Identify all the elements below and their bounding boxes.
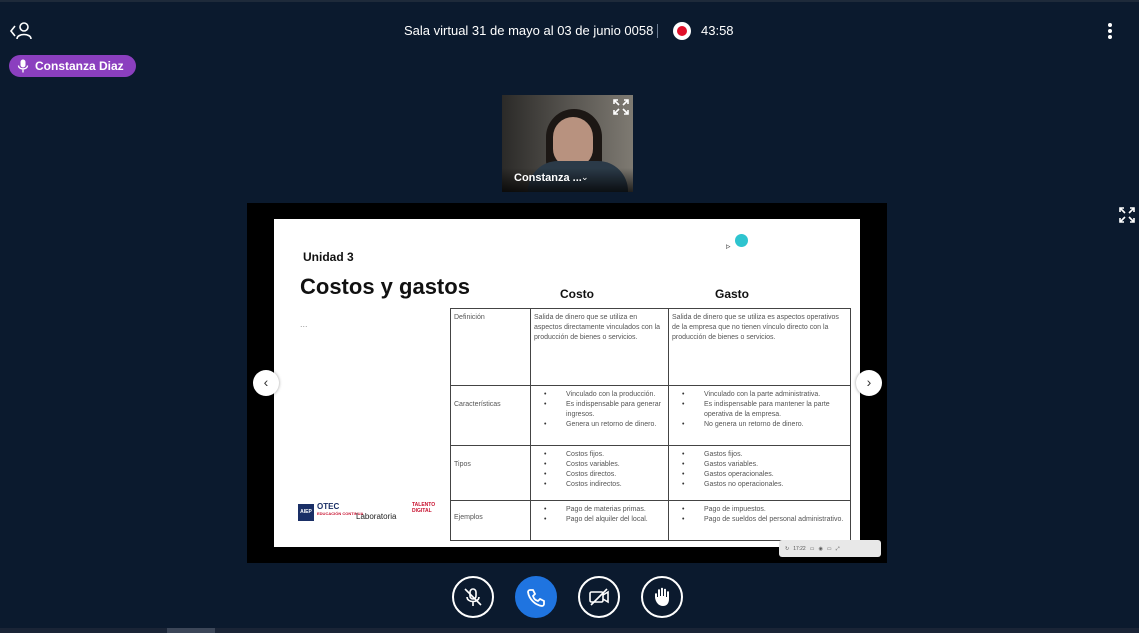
list-item: Vinculado con la producción. — [534, 390, 665, 400]
table-cell: Vinculado con la producción. Es indispen… — [530, 385, 669, 446]
list-item: Vinculado con la parte administrativa. — [672, 390, 847, 400]
list-item: Costos directos. — [534, 470, 665, 480]
slide-title: Costos y gastos — [300, 274, 470, 299]
table-cell: Salida de dinero que se utiliza es aspec… — [668, 308, 851, 386]
presentation-player-bar: ↻ 17:22 ▭ ◉ ▭ ⤢ — [779, 540, 881, 557]
list-item: Costos indirectos. — [534, 480, 665, 490]
audio-icon[interactable]: ◉ — [818, 546, 822, 552]
participant-name: Constanza ... — [514, 172, 582, 184]
bullet-list: Gastos fijos. Gastos variables. Gastos o… — [672, 450, 847, 491]
list-item: Pago de sueldos del personal administrat… — [672, 515, 847, 525]
slide-ellipsis: ... — [300, 319, 308, 329]
cursor-icon: ▹ — [726, 241, 731, 251]
video-person-face — [553, 117, 593, 167]
otec-logo-text: OTEC — [317, 502, 340, 511]
player-time: 17:22 — [793, 545, 806, 552]
row-label: Ejemplos — [450, 500, 531, 541]
list-item: Pago de impuestos. — [672, 505, 847, 515]
mic-off-icon[interactable] — [452, 576, 494, 618]
row-label: Características — [450, 385, 531, 446]
app-window: Sala virtual 31 de mayo al 03 de junio 0… — [0, 0, 1139, 633]
laboratoria-logo: Laboratoria — [356, 512, 397, 521]
next-slide-button[interactable]: › — [856, 370, 882, 396]
camera-off-icon[interactable] — [578, 576, 620, 618]
list-item: Gastos fijos. — [672, 450, 847, 460]
talento-digital-logo: TALENTO DIGITAL — [412, 502, 436, 514]
meeting-info: Sala virtual 31 de mayo al 03 de junio 0… — [0, 20, 1139, 42]
screen-icon[interactable]: ▭ — [827, 546, 832, 552]
list-item: Pago de materias primas. — [534, 505, 665, 515]
list-item: Gastos no operacionales. — [672, 480, 847, 490]
bullet-list: Costos fijos. Costos variables. Costos d… — [534, 450, 665, 491]
list-item: Es indispensable para generar ingresos. — [534, 400, 665, 420]
meeting-title: Sala virtual 31 de mayo al 03 de junio 0… — [404, 23, 654, 38]
previous-slide-button[interactable]: ‹ — [253, 370, 279, 396]
expand-small-icon[interactable]: ⤢ — [836, 546, 840, 552]
recording-icon — [673, 22, 691, 40]
speaker-name: Constanza Diaz — [35, 59, 124, 73]
bullet-list: Vinculado con la parte administrativa. E… — [672, 390, 847, 431]
table-row: Ejemplos Pago de materias primas. Pago d… — [450, 500, 851, 541]
recording-timer: 43:58 — [701, 23, 734, 38]
slide-unit: Unidad 3 — [303, 250, 354, 264]
pointer-dot — [735, 234, 748, 247]
header-bar: Sala virtual 31 de mayo al 03 de junio 0… — [0, 0, 1139, 60]
list-item: Gastos variables. — [672, 460, 847, 470]
list-item: Gastos operacionales. — [672, 470, 847, 480]
presentation-slide: Unidad 3 Costos y gastos Costo Gasto ▹ .… — [274, 219, 860, 547]
raise-hand-icon[interactable] — [641, 576, 683, 618]
kebab-menu-icon[interactable] — [1102, 20, 1118, 42]
partner-logos: AIEP OTEC EDUCACIÓN CONTINUA Laboratoria… — [298, 502, 448, 526]
active-speaker-badge: Constanza Diaz — [9, 55, 136, 77]
table-cell: Pago de impuestos. Pago de sueldos del p… — [668, 500, 851, 541]
bottom-scrollbar-thumb[interactable] — [167, 628, 215, 633]
table-row: Características Vinculado con la producc… — [450, 385, 851, 446]
list-item: Costos variables. — [534, 460, 665, 470]
row-label: Tipos — [450, 445, 531, 501]
column-header-gasto: Gasto — [715, 287, 750, 301]
table-cell: Salida de dinero que se utiliza en aspec… — [530, 308, 669, 386]
fullscreen-share-icon[interactable] — [1118, 206, 1136, 224]
list-item: Es indispensable para mantener la parte … — [672, 400, 847, 420]
row-label: Definición — [450, 308, 531, 386]
chevron-down-icon[interactable]: ⌄ — [581, 172, 589, 183]
column-header-costo: Costo — [560, 287, 594, 301]
header-divider — [657, 24, 658, 38]
bullet-list: Vinculado con la producción. Es indispen… — [534, 390, 665, 431]
list-item: Costos fijos. — [534, 450, 665, 460]
list-item: Pago del alquiler del local. — [534, 515, 665, 525]
mic-icon — [17, 59, 29, 73]
list-item: Genera un retorno de dinero. — [534, 420, 665, 430]
caption-icon[interactable]: ▭ — [810, 546, 815, 552]
bullet-list: Pago de impuestos. Pago de sueldos del p… — [672, 505, 847, 525]
replay-icon[interactable]: ↻ — [785, 546, 789, 552]
call-controls — [452, 576, 684, 620]
bullet-list: Pago de materias primas. Pago del alquil… — [534, 505, 665, 525]
table-cell: Gastos fijos. Gastos variables. Gastos o… — [668, 445, 851, 501]
list-item: No genera un retorno de dinero. — [672, 420, 847, 430]
aiep-logo: AIEP — [298, 504, 314, 521]
participant-video[interactable]: Constanza ... ⌄ — [502, 95, 633, 192]
table-row: Tipos Costos fijos. Costos variables. Co… — [450, 445, 851, 501]
table-row: Definición Salida de dinero que se utili… — [450, 308, 851, 386]
phone-end-icon[interactable] — [515, 576, 557, 618]
table-cell: Vinculado con la parte administrativa. E… — [668, 385, 851, 446]
table-cell: Costos fijos. Costos variables. Costos d… — [530, 445, 669, 501]
table-cell: Pago de materias primas. Pago del alquil… — [530, 500, 669, 541]
comparison-table: Definición Salida de dinero que se utili… — [450, 308, 851, 541]
expand-icon[interactable] — [612, 98, 630, 116]
